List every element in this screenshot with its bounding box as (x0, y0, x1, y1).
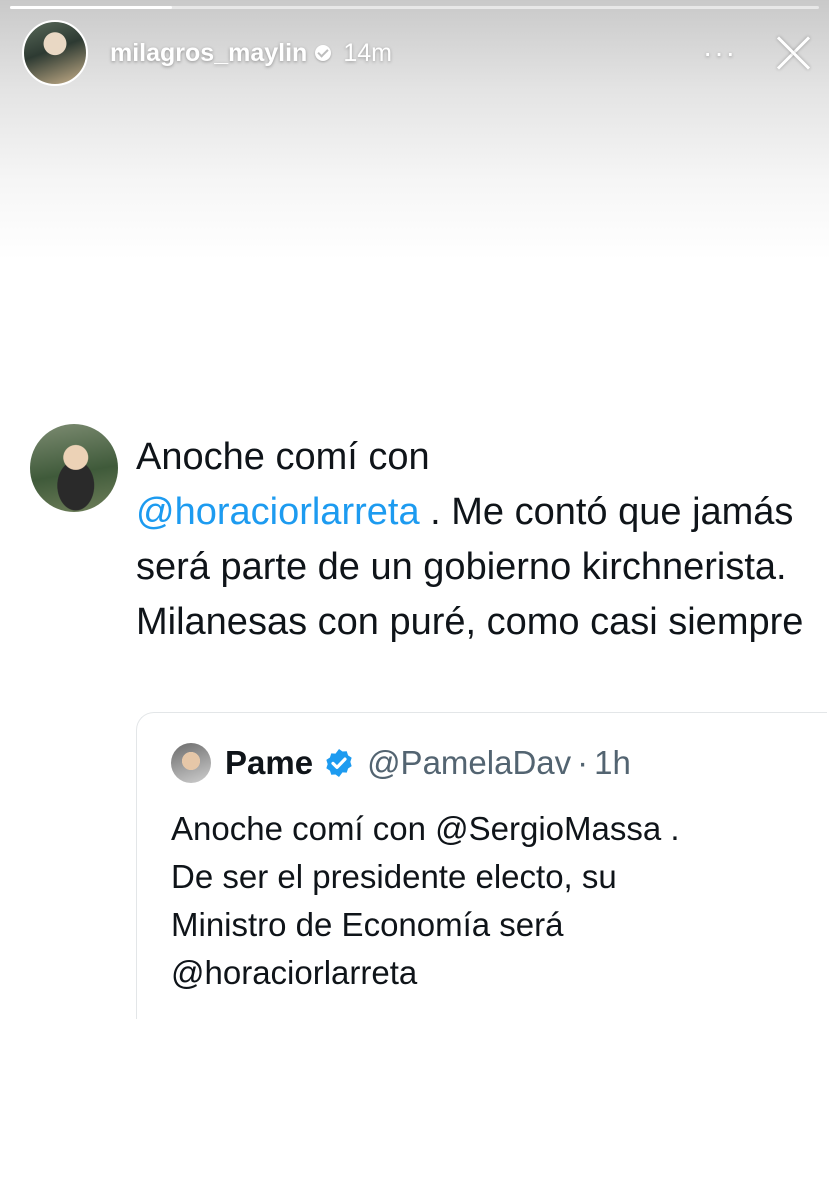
quoted-tweet-time: 1h (594, 744, 631, 781)
more-icon[interactable]: ··· (703, 39, 737, 67)
tweet-mention[interactable]: @horaciorlarreta (136, 491, 420, 533)
quoted-author-handle: @PamelaDav (367, 744, 572, 781)
tweet-screenshot: Anoche comí con @horaciorlarreta . Me con… (0, 412, 829, 1019)
close-icon[interactable] (773, 33, 813, 73)
avatar[interactable] (22, 20, 88, 86)
story-header: milagros_maylin 14m ··· (22, 18, 813, 88)
quoted-author-avatar (171, 743, 211, 783)
quoted-text-line: @horaciorlarreta (171, 954, 418, 991)
separator-dot: · (577, 744, 589, 781)
quoted-author-name: Pame (225, 744, 314, 781)
story-progress-bar (10, 6, 819, 9)
story-progress-fill (10, 6, 172, 9)
quoted-tweet-header: Pame @PamelaDav · 1h (171, 743, 631, 783)
quoted-tweet-card: Pame @PamelaDav · 1h Anoche comí con @Se… (136, 712, 827, 1019)
quoted-text-line: Ministro de Economía será (171, 906, 564, 943)
username[interactable]: milagros_maylin (110, 39, 307, 68)
quoted-text-line: De ser el presidente electo, su (171, 858, 617, 895)
quoted-text-line: Anoche comí con @SergioMassa . (171, 810, 680, 847)
story-timestamp: 14m (343, 38, 392, 67)
quoted-tweet-text: Anoche comí con @SergioMassa . De ser el… (171, 805, 811, 997)
tweet-author-avatar (30, 424, 118, 512)
tweet-text-start: Anoche comí con (136, 436, 430, 478)
verified-icon (315, 45, 332, 61)
verified-icon (326, 749, 352, 777)
tweet-text: Anoche comí con @horaciorlarreta . Me con… (136, 430, 806, 650)
